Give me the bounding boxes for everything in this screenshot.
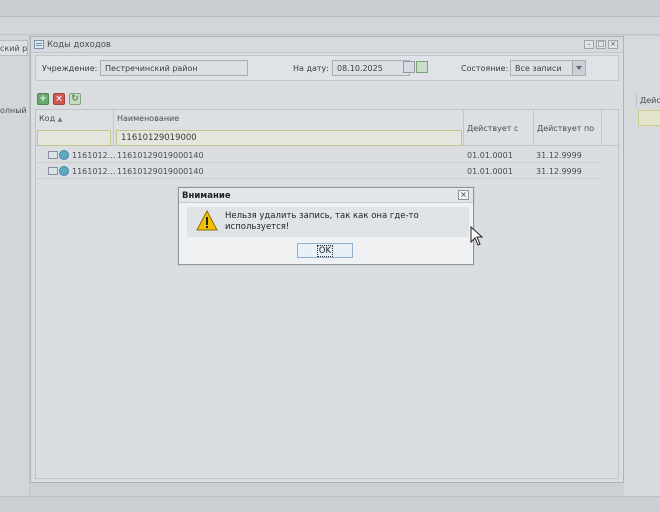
ok-button-label: OK xyxy=(316,245,334,257)
dialog-title: Внимание xyxy=(182,191,231,201)
warning-dialog: Внимание × Нельзя удалить запись, так ка… xyxy=(178,187,474,265)
dialog-title-bar[interactable]: Внимание × xyxy=(179,188,473,203)
close-icon[interactable]: × xyxy=(458,190,469,200)
ok-button[interactable]: OK xyxy=(297,243,353,258)
dialog-message: Нельзя удалить запись, так как она где-т… xyxy=(225,211,419,232)
dialog-body: Нельзя удалить запись, так как она где-т… xyxy=(187,207,469,237)
warning-icon xyxy=(196,210,218,231)
mouse-pointer-icon xyxy=(470,226,484,246)
